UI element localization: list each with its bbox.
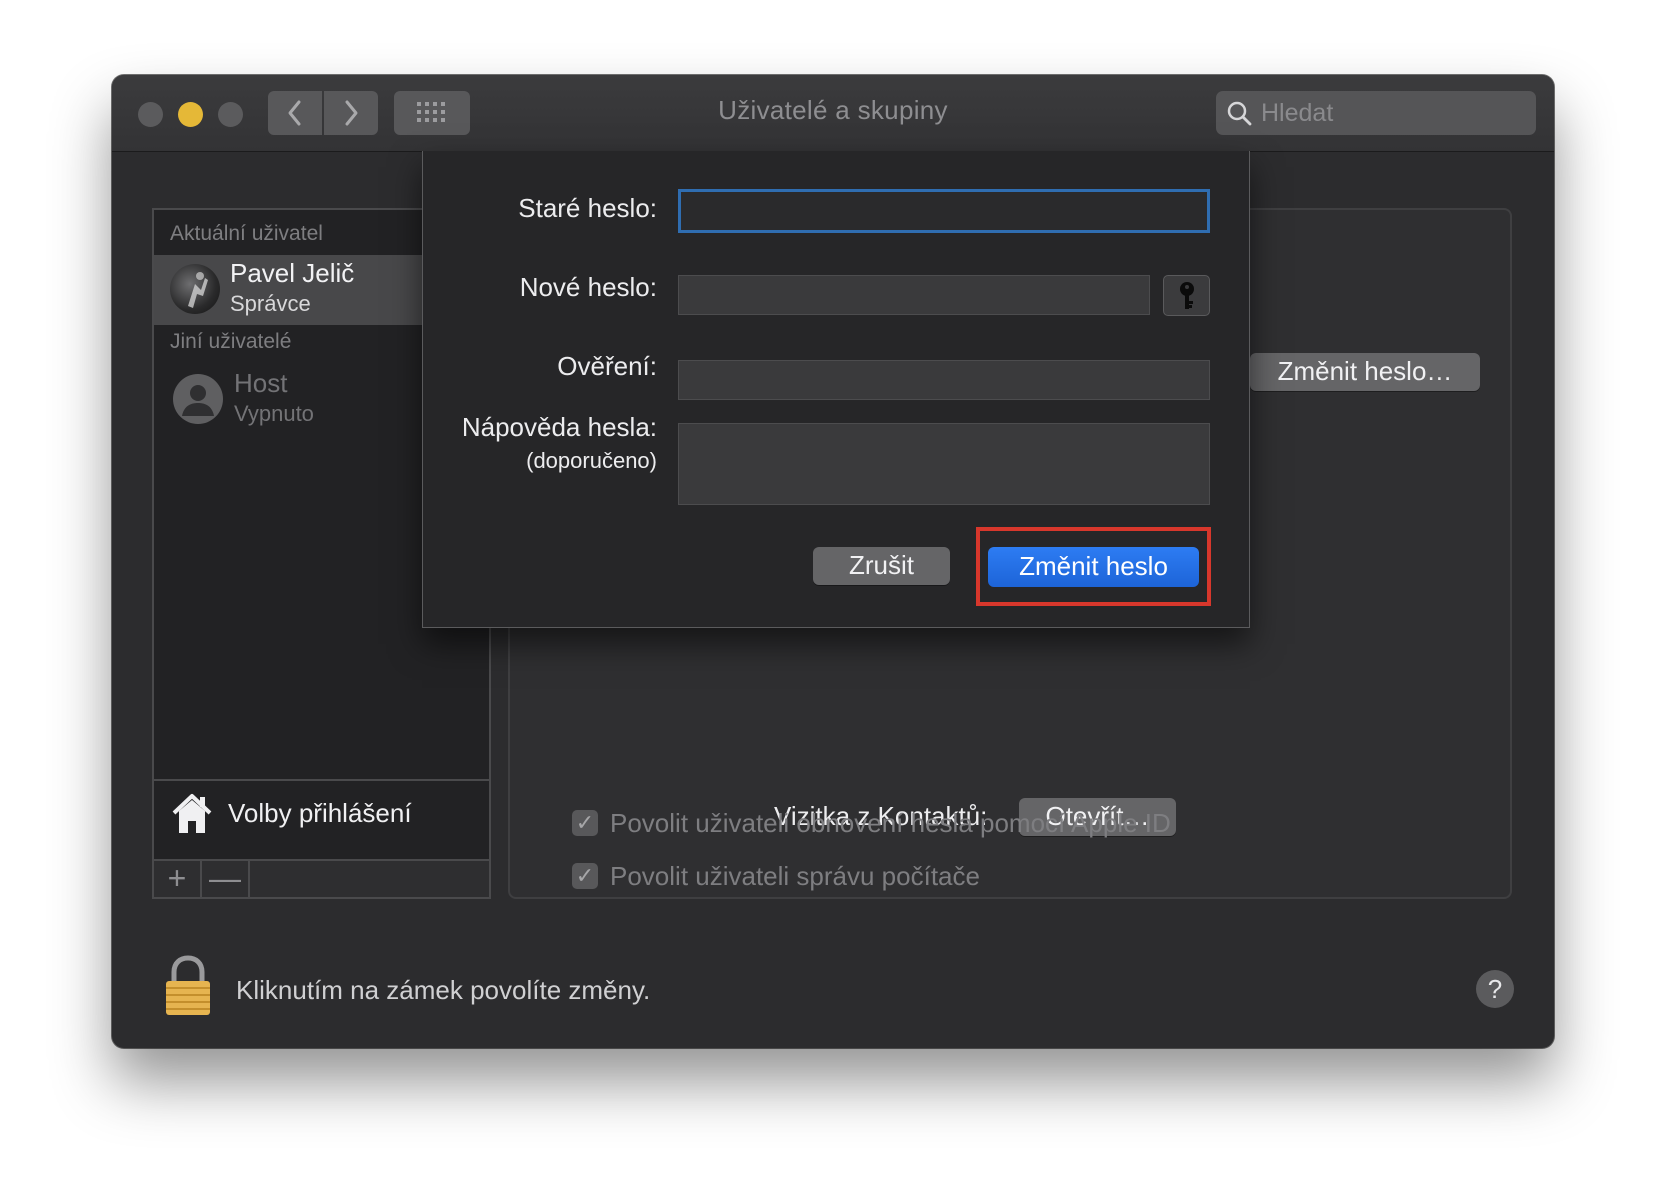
guest-user-status: Vypnuto (234, 401, 314, 426)
login-options-label: Volby přihlášení (228, 798, 412, 828)
search-placeholder: Hledat (1261, 99, 1334, 127)
add-remove-bar: + — (154, 859, 489, 897)
lock-icon[interactable] (162, 955, 214, 1019)
user-avatar (170, 264, 220, 314)
change-password-button[interactable]: Změnit heslo… (1250, 353, 1480, 391)
guest-user-name: Host (234, 368, 288, 398)
search-icon (1227, 101, 1252, 126)
password-assistant-button[interactable] (1163, 275, 1210, 316)
password-hint-field[interactable] (678, 423, 1210, 505)
checkmark-icon: ✓ (572, 863, 598, 889)
confirm-change-password-button[interactable]: Změnit heslo (988, 547, 1199, 587)
current-user-section-label: Aktuální uživatel (170, 222, 323, 245)
remove-user-button[interactable]: — (202, 861, 250, 897)
user-name: Pavel Jelič (230, 258, 355, 288)
old-password-label: Staré heslo: (518, 193, 657, 223)
password-hint-label: Nápověda hesla: (461, 412, 657, 442)
login-options-item[interactable]: Volby přihlášení (154, 779, 489, 849)
system-preferences-window: Uživatelé a skupiny Hledat Aktuální uživ… (112, 75, 1554, 1048)
add-user-button[interactable]: + (154, 861, 202, 897)
other-users-section-label: Jiní uživatelé (170, 330, 292, 353)
verify-label: Ověření: (557, 351, 657, 381)
checkbox-label: Povolit uživateli správu počítače (610, 861, 980, 891)
password-hint-sublabel: (doporučeno) (526, 448, 657, 473)
checkbox-label: Povolit uživateli obnovení hesla pomocí … (610, 808, 1171, 838)
checkmark-icon: ✓ (572, 810, 598, 836)
house-icon (172, 794, 212, 833)
verify-password-field[interactable] (678, 360, 1210, 400)
old-password-field[interactable] (678, 189, 1210, 233)
title-bar: Uživatelé a skupiny Hledat (112, 75, 1554, 152)
user-silhouette-icon (173, 374, 223, 424)
user-role: Správce (230, 291, 311, 316)
new-password-label: Nové heslo: (519, 272, 657, 302)
change-password-sheet: Staré heslo: Nové heslo: Ověření: Nápově… (422, 151, 1250, 628)
cancel-button[interactable]: Zrušit (813, 547, 950, 585)
help-button[interactable]: ? (1476, 970, 1514, 1008)
new-password-field[interactable] (678, 275, 1150, 315)
key-icon (1180, 282, 1194, 309)
search-field[interactable]: Hledat (1216, 91, 1536, 135)
lock-hint-text: Kliknutím na zámek povolíte změny. (236, 975, 651, 1005)
